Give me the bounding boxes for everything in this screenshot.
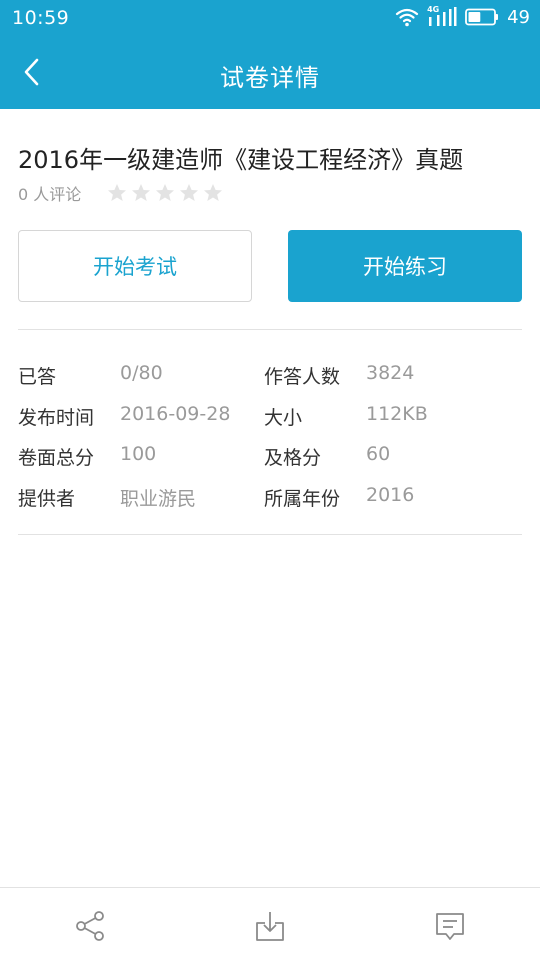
info-value: 0/80 — [120, 362, 163, 384]
star-icon — [156, 184, 175, 201]
info-value: 3824 — [366, 362, 415, 384]
info-label: 及格分 — [264, 447, 322, 469]
info-label: 大小 — [264, 406, 303, 429]
info-row: 卷面总分 100 及格分 60 — [18, 437, 522, 478]
review-count: 0 人评论 — [18, 185, 82, 204]
start-exam-button[interactable]: 开始考试 — [18, 230, 252, 302]
page-title: 试卷详情 — [220, 64, 320, 92]
star-rating — [107, 183, 223, 203]
info-value: 职业游民 — [120, 487, 197, 510]
divider — [18, 534, 522, 535]
info-label: 提供者 — [18, 487, 76, 510]
paper-title: 2016年一级建造师《建设工程经济》真题 — [18, 146, 464, 174]
star-icon — [180, 184, 199, 201]
info-label: 发布时间 — [18, 406, 95, 429]
info-value: 112KB — [366, 402, 428, 425]
comment-icon — [436, 913, 464, 940]
share-icon — [76, 911, 104, 941]
star-icon — [132, 184, 151, 201]
app-bar: 试卷详情 — [0, 36, 540, 109]
battery-level: 49 — [507, 6, 530, 28]
info-value: 2016 — [366, 483, 415, 506]
rating-row: 0 人评论 — [18, 181, 223, 205]
info-value: 60 — [366, 443, 391, 465]
cell-signal-icon: 4G — [427, 5, 457, 28]
info-label: 所属年份 — [264, 487, 341, 510]
info-row: 已答 0/80 作答人数 3824 — [18, 356, 522, 397]
divider — [18, 329, 522, 330]
star-icon — [108, 184, 127, 201]
info-label: 已答 — [18, 366, 57, 388]
info-row: 提供者 职业游民 所属年份 2016 — [18, 478, 522, 519]
star-icon — [204, 184, 223, 201]
info-value: 100 — [120, 443, 157, 465]
battery-icon — [465, 8, 499, 26]
info-label: 卷面总分 — [18, 447, 95, 469]
download-icon — [256, 912, 284, 941]
info-label: 作答人数 — [264, 366, 341, 388]
share-button[interactable] — [72, 908, 108, 944]
bottom-bar — [0, 887, 540, 961]
wifi-icon — [395, 8, 419, 27]
status-bar: 10:59 4G 49 — [0, 0, 540, 36]
download-button[interactable] — [252, 908, 288, 944]
start-practice-button[interactable]: 开始练习 — [288, 230, 522, 302]
status-icons: 4G 49 — [395, 5, 530, 28]
info-row: 发布时间 2016-09-28 大小 112KB — [18, 397, 522, 438]
comment-button[interactable] — [432, 908, 468, 944]
info-value: 2016-09-28 — [120, 402, 231, 425]
status-time: 10:59 — [12, 7, 70, 29]
paper-info-grid: 已答 0/80 作答人数 3824 发布时间 2016-09-28 大小 112KB 卷面总分 1… — [18, 356, 522, 518]
